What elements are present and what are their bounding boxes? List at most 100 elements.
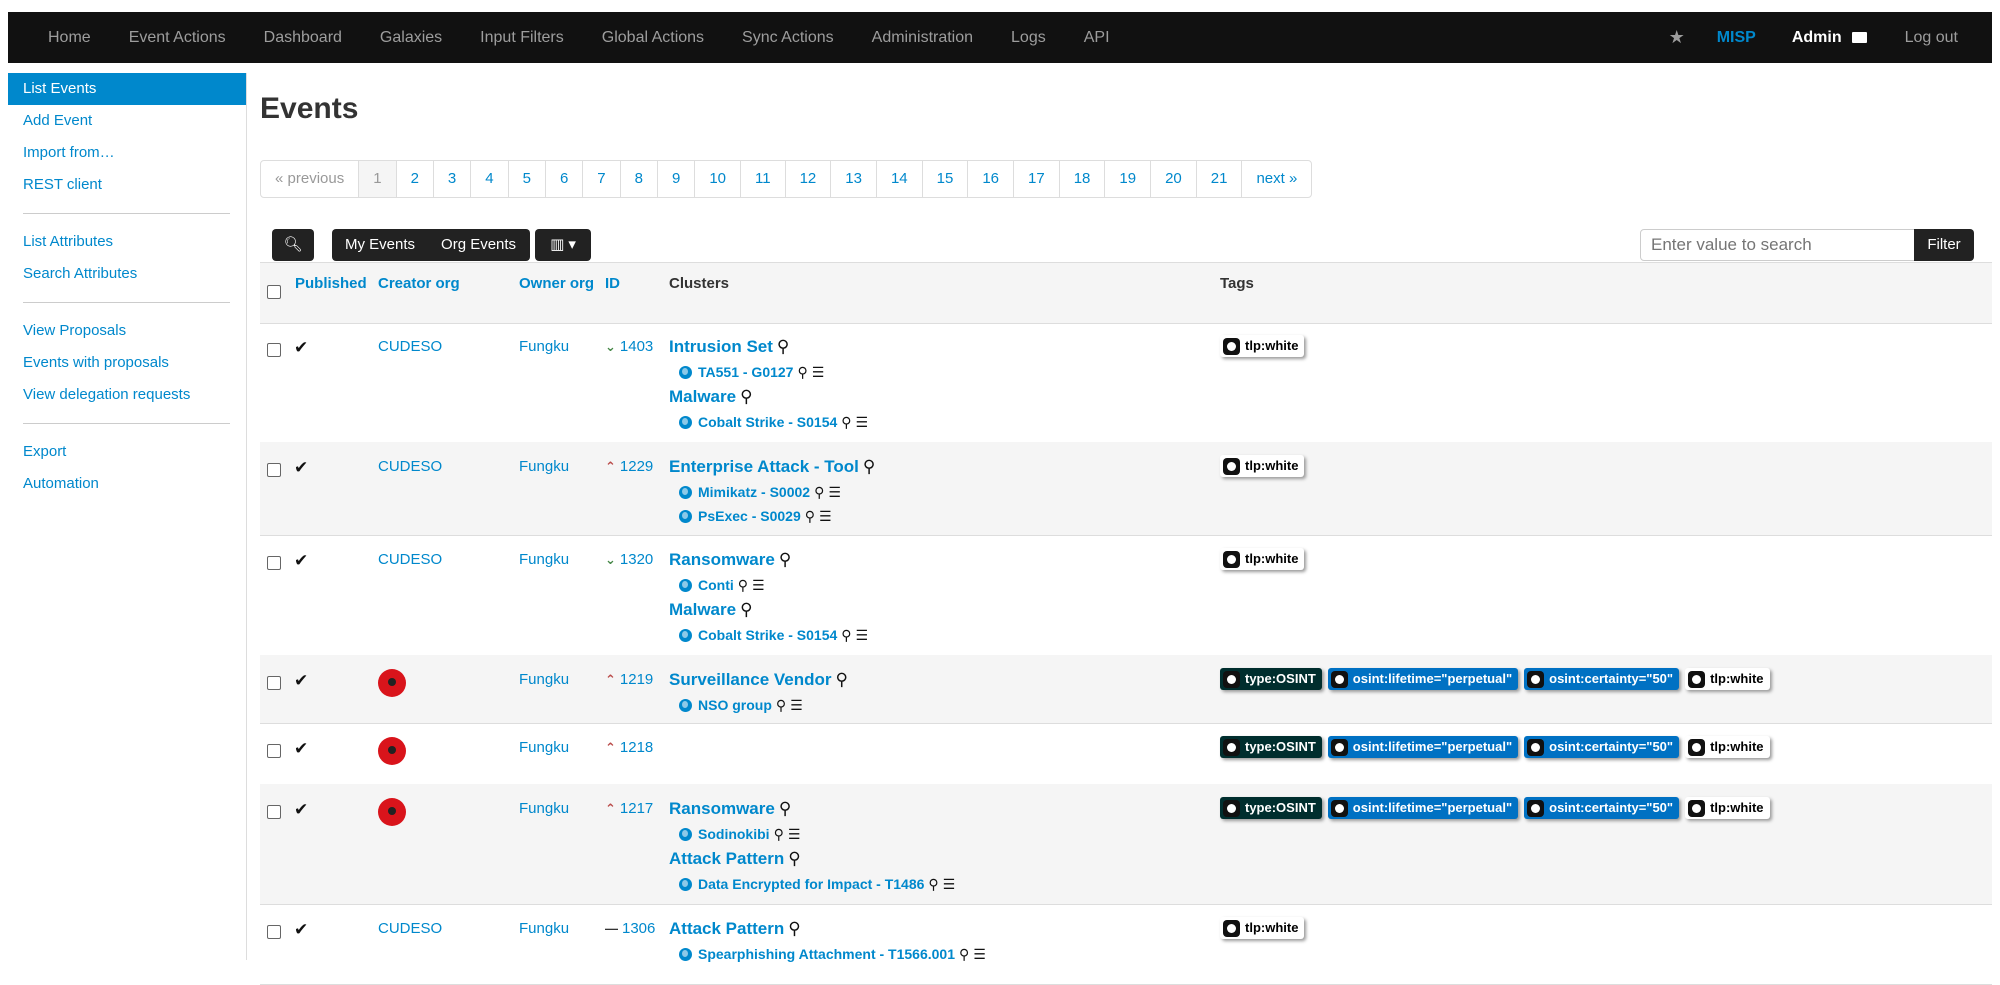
pagination-page[interactable]: 13 bbox=[830, 161, 876, 197]
creator-org-logo[interactable] bbox=[378, 798, 406, 826]
search-icon[interactable]: ⚲ bbox=[777, 337, 789, 356]
nav-sync-actions[interactable]: Sync Actions bbox=[742, 29, 834, 47]
tag-badge[interactable]: type:OSINT bbox=[1220, 797, 1322, 819]
search-icon[interactable]: ⚲ bbox=[788, 849, 800, 868]
row-checkbox[interactable] bbox=[267, 676, 281, 690]
event-id[interactable]: 1217 bbox=[620, 800, 653, 817]
creator-org-link[interactable]: CUDESO bbox=[378, 338, 442, 355]
col-published[interactable]: Published bbox=[295, 275, 367, 292]
cluster-type-label[interactable]: Enterprise Attack - Tool bbox=[669, 457, 859, 476]
pagination-page[interactable]: 19 bbox=[1104, 161, 1150, 197]
pagination-page[interactable]: 15 bbox=[921, 161, 968, 197]
cluster-type-label[interactable]: Surveillance Vendor bbox=[669, 670, 832, 689]
my-events-button[interactable]: My Events bbox=[332, 229, 428, 261]
col-owner-org[interactable]: Owner org bbox=[519, 275, 594, 292]
row-checkbox[interactable] bbox=[267, 343, 281, 357]
row-checkbox[interactable] bbox=[267, 463, 281, 477]
logout-link[interactable]: Log out bbox=[1905, 29, 1958, 47]
pagination-page[interactable]: 1 bbox=[358, 161, 396, 197]
event-id[interactable]: 1218 bbox=[620, 739, 653, 756]
list-icon[interactable]: ☰ bbox=[856, 627, 869, 643]
pagination-page[interactable]: 9 bbox=[656, 161, 694, 197]
owner-org-link[interactable]: Fungku bbox=[519, 551, 569, 568]
cluster-value-link[interactable]: Spearphishing Attachment - T1566.001 bbox=[698, 946, 955, 962]
nav-input-filters[interactable]: Input Filters bbox=[480, 29, 564, 47]
cluster-value-link[interactable]: Conti bbox=[698, 577, 734, 593]
cluster-type-label[interactable]: Attack Pattern bbox=[669, 849, 784, 868]
nav-dashboard[interactable]: Dashboard bbox=[264, 29, 342, 47]
creator-org-logo[interactable] bbox=[378, 737, 406, 765]
row-checkbox[interactable] bbox=[267, 925, 281, 939]
list-icon[interactable]: ☰ bbox=[812, 364, 825, 380]
col-creator-org[interactable]: Creator org bbox=[378, 275, 460, 292]
pagination-next[interactable]: next » bbox=[1241, 161, 1311, 197]
cluster-value-link[interactable]: Mimikatz - S0002 bbox=[698, 484, 810, 500]
event-id[interactable]: 1403 bbox=[620, 338, 653, 355]
pagination-page[interactable]: 10 bbox=[694, 161, 740, 197]
cluster-type-label[interactable]: Ransomware bbox=[669, 799, 775, 818]
nav-global-actions[interactable]: Global Actions bbox=[602, 29, 704, 47]
pagination-page[interactable]: 12 bbox=[784, 161, 831, 197]
creator-org-link[interactable]: CUDESO bbox=[378, 458, 442, 475]
search-icon[interactable]: ⚲ bbox=[928, 876, 938, 892]
search-icon[interactable]: ⚲ bbox=[779, 799, 791, 818]
creator-org-link[interactable]: CUDESO bbox=[378, 920, 442, 937]
event-id-link[interactable]: — 1306 bbox=[605, 920, 655, 937]
search-icon[interactable]: ⚲ bbox=[740, 387, 752, 406]
event-id-link[interactable]: ⌃ 1217 bbox=[605, 800, 653, 817]
sidebar-item-view-proposals[interactable]: View Proposals bbox=[8, 315, 246, 347]
pagination-page[interactable]: 18 bbox=[1058, 161, 1105, 197]
search-icon[interactable]: ⚲ bbox=[776, 697, 786, 713]
tag-badge[interactable]: tlp:white bbox=[1220, 455, 1305, 477]
owner-org-link[interactable]: Fungku bbox=[519, 739, 569, 756]
list-icon[interactable]: ☰ bbox=[790, 697, 803, 713]
pagination-page[interactable]: 5 bbox=[507, 161, 545, 197]
list-icon[interactable]: ☰ bbox=[973, 946, 986, 962]
tag-badge[interactable]: osint:certainty="50" bbox=[1524, 736, 1680, 758]
cluster-type-label[interactable]: Malware bbox=[669, 600, 736, 619]
pagination-page[interactable]: 8 bbox=[619, 161, 657, 197]
list-icon[interactable]: ☰ bbox=[752, 577, 765, 593]
event-id-link[interactable]: ⌃ 1219 bbox=[605, 671, 653, 688]
list-icon[interactable]: ☰ bbox=[943, 876, 956, 892]
filter-button[interactable]: Filter bbox=[1914, 229, 1974, 261]
tag-badge[interactable]: osint:lifetime="perpetual" bbox=[1327, 668, 1519, 690]
tag-badge[interactable]: tlp:white bbox=[1220, 548, 1305, 570]
sidebar-item-export[interactable]: Export bbox=[8, 436, 246, 468]
list-icon[interactable]: ☰ bbox=[828, 484, 841, 500]
search-icon[interactable]: ⚲ bbox=[774, 826, 784, 842]
columns-dropdown-button[interactable]: ▥ ▾ bbox=[535, 229, 591, 261]
sidebar-item-import-from-[interactable]: Import from… bbox=[8, 137, 246, 169]
event-id[interactable]: 1229 bbox=[620, 458, 653, 475]
pagination-previous[interactable]: « previous bbox=[261, 161, 358, 197]
creator-org-link[interactable]: CUDESO bbox=[378, 551, 442, 568]
search-icon[interactable]: ⚲ bbox=[797, 364, 807, 380]
row-checkbox[interactable] bbox=[267, 805, 281, 819]
cluster-value-link[interactable]: NSO group bbox=[698, 697, 772, 713]
search-toggle-button[interactable]: 🔍︎ bbox=[272, 229, 314, 261]
list-icon[interactable]: ☰ bbox=[788, 826, 801, 842]
cluster-type-label[interactable]: Malware bbox=[669, 387, 736, 406]
tag-badge[interactable]: osint:lifetime="perpetual" bbox=[1327, 736, 1519, 758]
row-checkbox[interactable] bbox=[267, 556, 281, 570]
search-icon[interactable]: ⚲ bbox=[836, 670, 848, 689]
tag-badge[interactable]: tlp:white bbox=[1220, 335, 1305, 357]
brand-link[interactable]: MISP bbox=[1717, 29, 1756, 47]
select-all-checkbox[interactable] bbox=[267, 285, 281, 299]
owner-org-link[interactable]: Fungku bbox=[519, 920, 569, 937]
nav-api[interactable]: API bbox=[1084, 29, 1110, 47]
pagination-page[interactable]: 4 bbox=[470, 161, 507, 197]
event-id-link[interactable]: ⌄ 1320 bbox=[605, 551, 653, 568]
tag-badge[interactable]: type:OSINT bbox=[1220, 668, 1322, 690]
cluster-type-label[interactable]: Ransomware bbox=[669, 550, 775, 569]
search-icon[interactable]: ⚲ bbox=[740, 600, 752, 619]
sidebar-item-list-events[interactable]: List Events bbox=[8, 73, 246, 105]
sidebar-item-search-attributes[interactable]: Search Attributes bbox=[8, 258, 246, 290]
nav-logs[interactable]: Logs bbox=[1011, 29, 1046, 47]
col-id[interactable]: ID bbox=[605, 275, 620, 292]
row-checkbox[interactable] bbox=[267, 744, 281, 758]
search-icon[interactable]: ⚲ bbox=[863, 457, 875, 476]
sidebar-item-rest-client[interactable]: REST client bbox=[8, 169, 246, 201]
event-id-link[interactable]: ⌃ 1229 bbox=[605, 458, 653, 475]
search-icon[interactable]: ⚲ bbox=[841, 627, 851, 643]
